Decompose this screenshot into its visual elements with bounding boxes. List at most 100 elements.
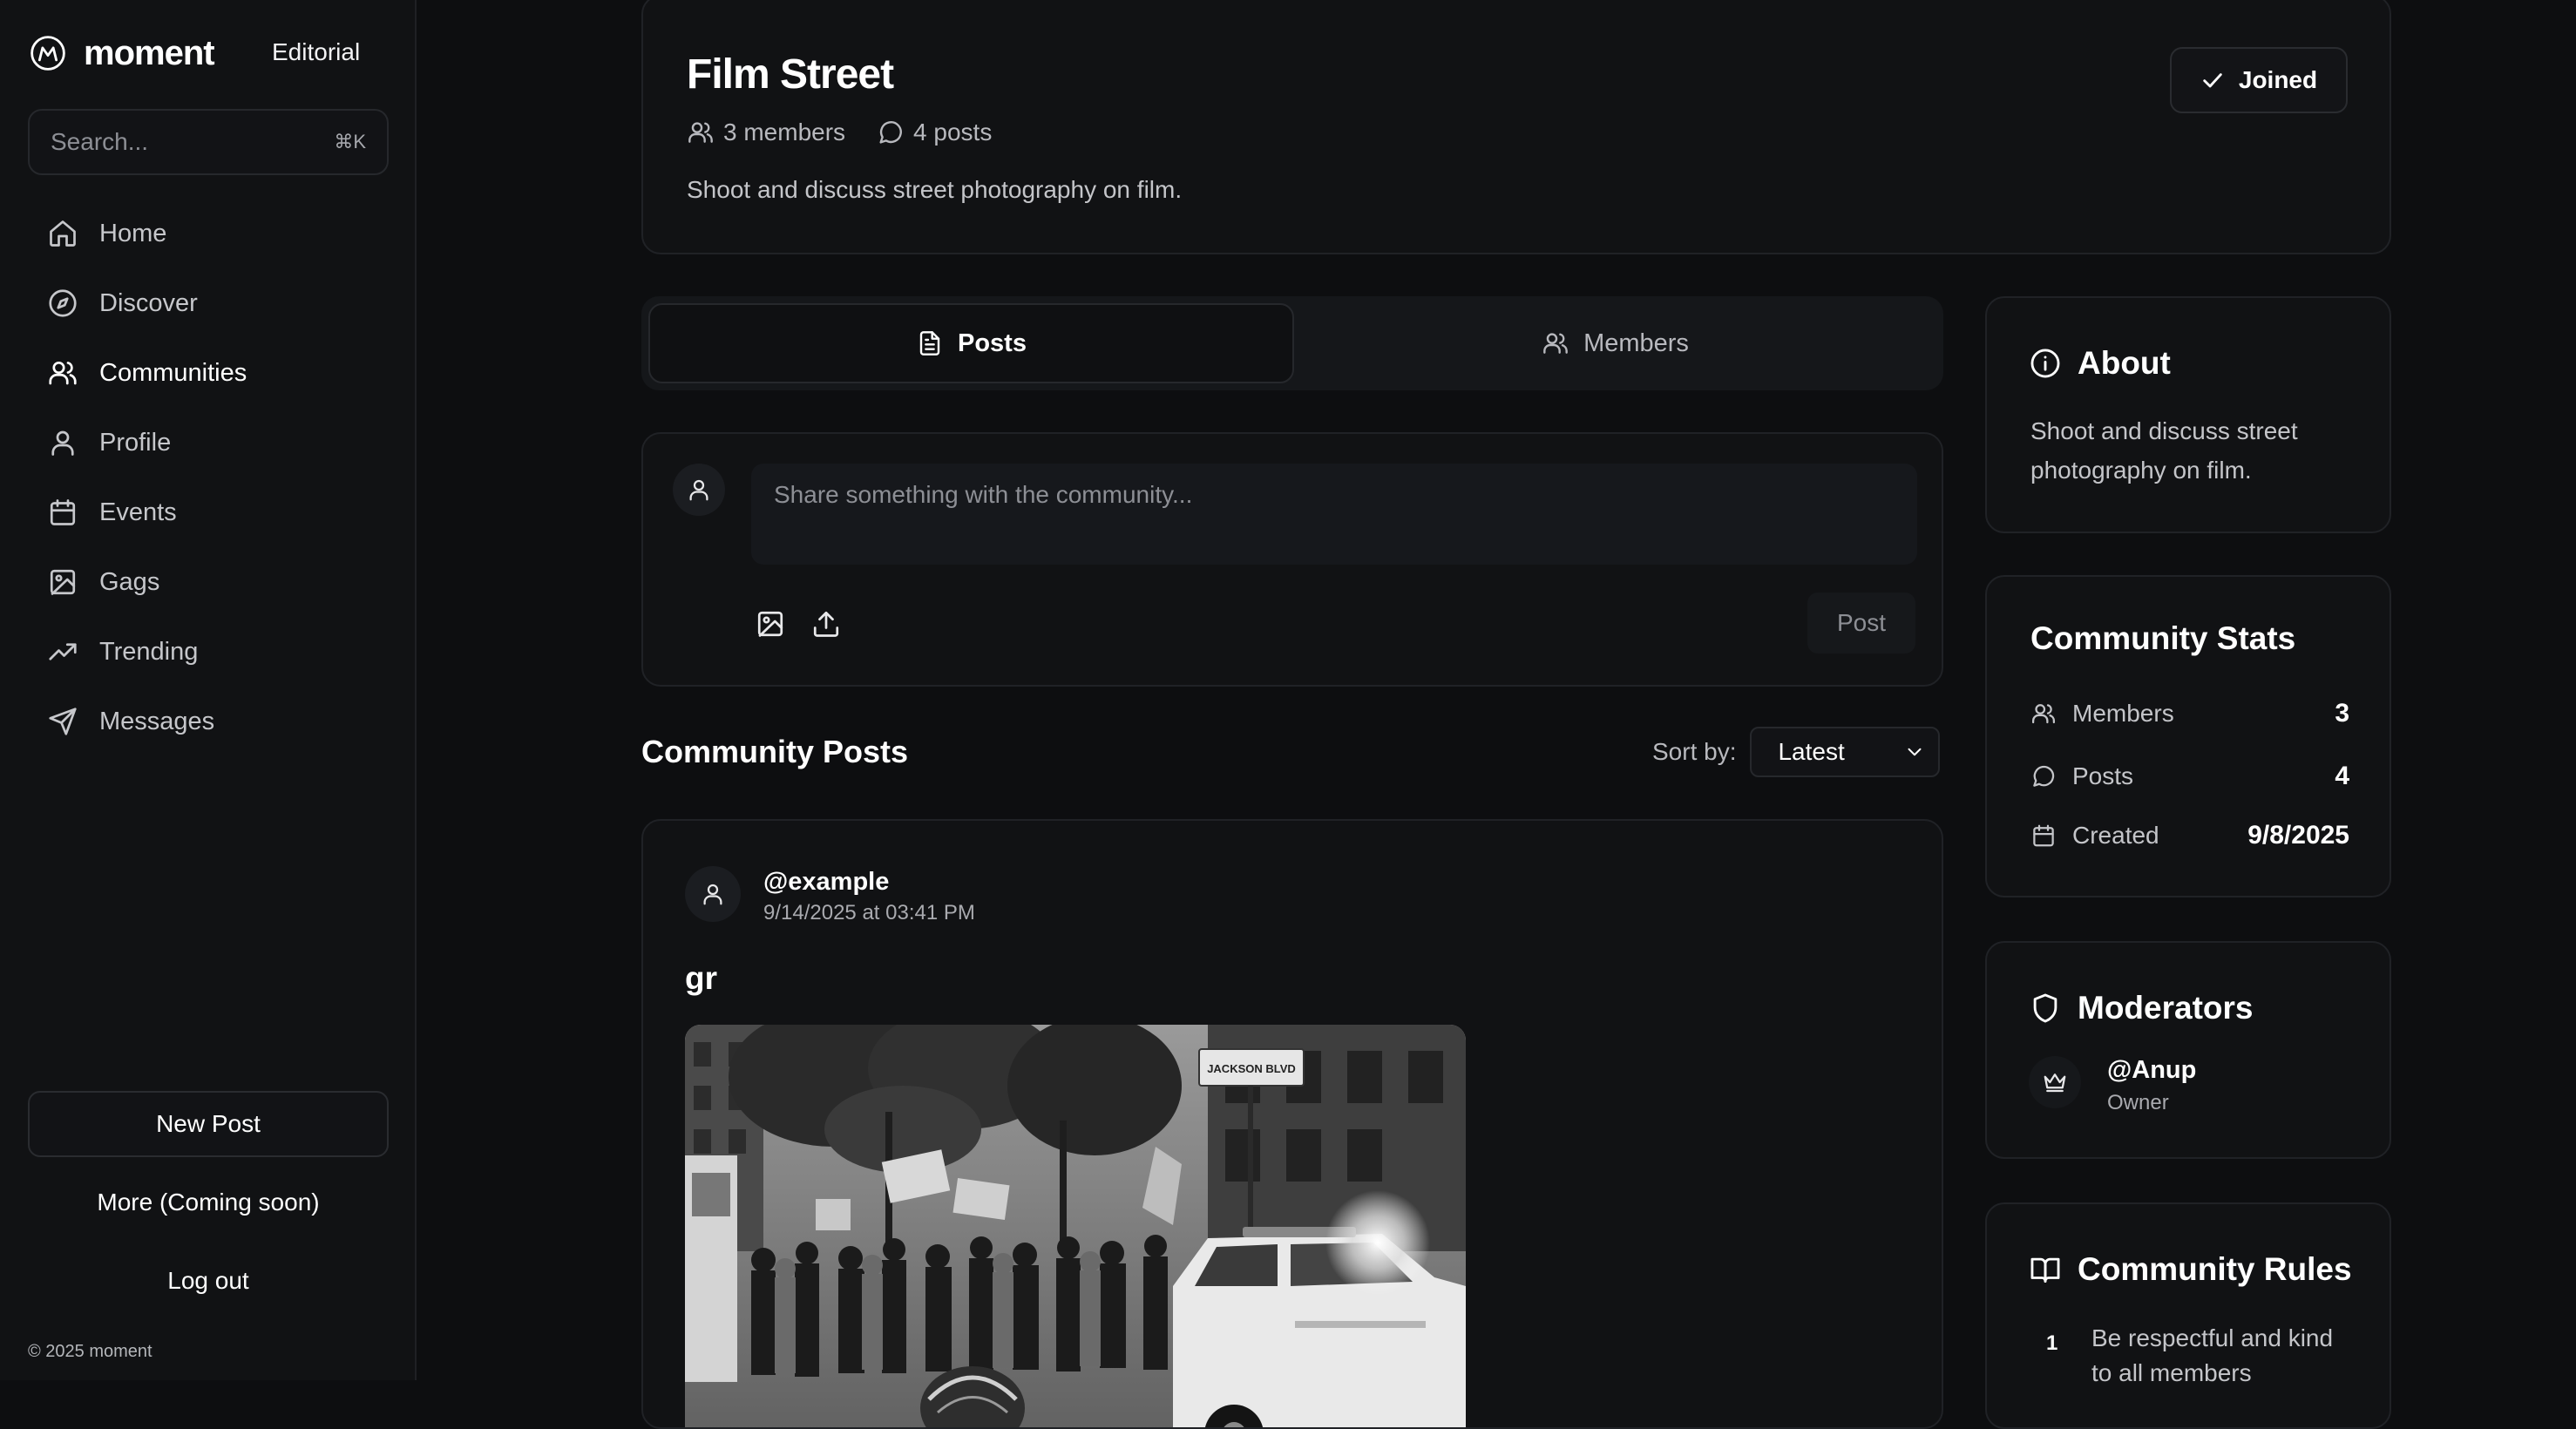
- new-post-button[interactable]: New Post: [28, 1091, 389, 1157]
- nav-label: Communities: [99, 358, 247, 387]
- tab-members[interactable]: Members: [1294, 303, 1936, 383]
- post-submit-button[interactable]: Post: [1807, 593, 1915, 654]
- nav-item-discover[interactable]: Discover: [28, 268, 389, 338]
- search-box[interactable]: ⌘K: [28, 109, 389, 175]
- editorial-link[interactable]: Editorial: [272, 38, 360, 66]
- composer-textarea[interactable]: Share something with the community...: [751, 464, 1917, 565]
- sidebar-actions: New Post More (Coming soon) Log out: [28, 1091, 389, 1326]
- rules-title: Community Rules: [2029, 1251, 2352, 1288]
- crown-icon: [2042, 1069, 2068, 1095]
- sort-select[interactable]: Latest: [1750, 727, 1941, 777]
- nav-label: Messages: [99, 707, 215, 735]
- calendar-icon: [47, 497, 78, 528]
- post-title: gr: [685, 960, 717, 996]
- card-title-text: Community Rules: [2078, 1251, 2352, 1287]
- stats-title: Community Stats: [2030, 620, 2296, 656]
- main-nav: Home Discover Communities Profile Events…: [28, 199, 389, 756]
- send-icon: [47, 706, 78, 737]
- users-icon: [1542, 329, 1569, 357]
- book-open-icon: [2029, 1253, 2062, 1286]
- rule-number: 1: [2046, 1331, 2058, 1355]
- community-tabs: Posts Members: [641, 296, 1943, 390]
- posts-count: 4 posts: [913, 119, 993, 146]
- community-stats-card: Community Stats Members 3 Posts 4 Create…: [1985, 575, 2391, 897]
- users-icon: [2030, 701, 2057, 727]
- community-posts-heading: Community Posts: [641, 734, 909, 769]
- file-text-icon: [916, 329, 944, 357]
- post-composer: Share something with the community... Po…: [641, 432, 1943, 687]
- check-icon: [2200, 68, 2225, 92]
- user-icon: [47, 427, 78, 458]
- nav-item-home[interactable]: Home: [28, 199, 389, 268]
- trending-up-icon: [47, 636, 78, 667]
- nav-label: Profile: [99, 428, 172, 457]
- joined-button[interactable]: Joined: [2170, 47, 2348, 113]
- moderator-avatar[interactable]: [2029, 1056, 2081, 1108]
- copyright: © 2025 moment: [28, 1342, 153, 1361]
- sort-control: Sort by: Latest: [1652, 727, 1941, 777]
- tab-posts[interactable]: Posts: [648, 303, 1294, 383]
- add-image-icon[interactable]: [755, 608, 786, 640]
- post-card[interactable]: @example 9/14/2025 at 03:41 PM gr JACKSO…: [641, 819, 1943, 1429]
- more-button[interactable]: More (Coming soon): [28, 1169, 389, 1236]
- search-input[interactable]: [51, 128, 312, 156]
- message-circle-icon: [2030, 763, 2057, 789]
- post-image[interactable]: JACKSON BLVD: [685, 1025, 1466, 1427]
- users-icon: [47, 357, 78, 389]
- stat-posts: Posts 4: [2030, 762, 2349, 791]
- image-icon: [47, 566, 78, 598]
- brand[interactable]: moment: [30, 31, 215, 75]
- members-count: 3 members: [723, 119, 846, 146]
- shield-icon: [2029, 992, 2062, 1025]
- message-circle-icon: [877, 119, 905, 146]
- post-author[interactable]: @example: [763, 868, 889, 897]
- nav-item-communities[interactable]: Communities: [28, 338, 389, 408]
- card-title-text: About: [2078, 345, 2171, 381]
- community-rules-card: Community Rules 1 Be respectful and kind…: [1985, 1202, 2391, 1429]
- moderators-title: Moderators: [2029, 990, 2253, 1026]
- about-card: About Shoot and discuss street photograp…: [1985, 296, 2391, 533]
- street-photo-illustration: JACKSON BLVD: [685, 1025, 1466, 1427]
- chevron-down-icon: [1903, 741, 1926, 763]
- info-icon: [2029, 347, 2062, 380]
- sort-label: Sort by:: [1652, 738, 1737, 765]
- rule-text: Be respectful and kind to all members: [2091, 1324, 2334, 1386]
- nav-label: Gags: [99, 567, 160, 596]
- community-title: Film Street: [687, 51, 894, 98]
- nav-label: Events: [99, 498, 177, 526]
- stat-created: Created 9/8/2025: [2030, 821, 2349, 850]
- nav-label: Discover: [99, 288, 198, 317]
- community-meta: 3 members 4 posts: [687, 119, 992, 146]
- stat-label: Created: [2072, 822, 2159, 849]
- tab-label: Members: [1583, 328, 1689, 357]
- calendar-icon: [2030, 823, 2057, 849]
- search-shortcut: ⌘K: [334, 131, 366, 152]
- nav-item-events[interactable]: Events: [28, 477, 389, 547]
- nav-item-messages[interactable]: Messages: [28, 687, 389, 756]
- tab-label: Posts: [958, 328, 1027, 357]
- nav-item-trending[interactable]: Trending: [28, 617, 389, 687]
- stat-value: 9/8/2025: [2247, 821, 2349, 850]
- user-icon: [700, 881, 726, 907]
- nav-item-gags[interactable]: Gags: [28, 547, 389, 617]
- upload-icon[interactable]: [810, 608, 842, 640]
- community-header: Film Street 3 members 4 posts Shoot and …: [641, 0, 2391, 254]
- moderators-card: Moderators @Anup Owner: [1985, 941, 2391, 1159]
- brand-name: moment: [84, 33, 215, 72]
- avatar: [673, 464, 725, 516]
- stat-value: 4: [2335, 762, 2349, 790]
- stat-value: 3: [2335, 699, 2349, 728]
- joined-label: Joined: [2238, 66, 2318, 93]
- moderator-name[interactable]: @Anup: [2107, 1056, 2196, 1085]
- avatar[interactable]: [685, 866, 741, 922]
- logout-button[interactable]: Log out: [28, 1248, 389, 1314]
- home-icon: [47, 218, 78, 249]
- stat-label: Posts: [2072, 762, 2134, 789]
- nav-item-profile[interactable]: Profile: [28, 408, 389, 477]
- about-title: About: [2029, 345, 2171, 382]
- nav-label: Home: [99, 219, 167, 247]
- stat-label: Members: [2072, 700, 2174, 727]
- moderator-role: Owner: [2107, 1091, 2169, 1114]
- about-text: Shoot and discuss street photography on …: [2030, 417, 2298, 484]
- compass-icon: [47, 288, 78, 319]
